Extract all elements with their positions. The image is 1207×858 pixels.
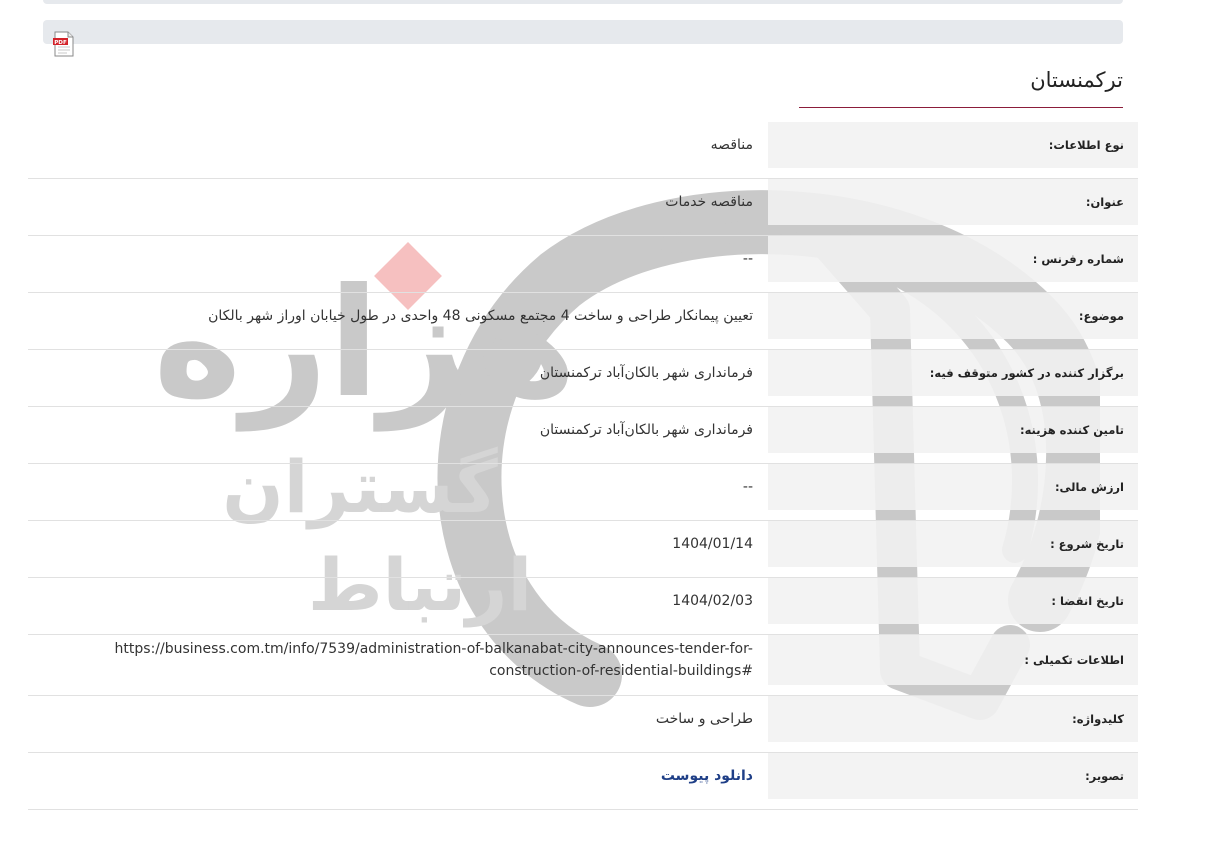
field-row-title: عنوان: مناقصه خدمات (28, 179, 1138, 236)
field-label: تاریخ انقضا : (768, 578, 1138, 624)
field-value: تعیین پیمانکار طراحی و ساخت 4 مجتمع مسکو… (208, 308, 753, 324)
field-value: فرمانداری شهر بالکان‌آباد ترکمنستان (539, 422, 753, 438)
field-label: نوع اطلاعات: (768, 122, 1138, 168)
field-row-reference: شماره رفرنس : -- (28, 236, 1138, 293)
field-value: -- (742, 251, 753, 267)
title-underline (799, 107, 1123, 108)
field-value: مناقصه (710, 137, 753, 153)
field-row-value: ارزش مالی: -- (28, 464, 1138, 521)
field-value: -- (742, 479, 753, 495)
field-row-start-date: تاریخ شروع : 1404/01/14 (28, 521, 1138, 578)
field-row-type: نوع اطلاعات: مناقصه (28, 122, 1138, 179)
pdf-export-button[interactable]: PDF (52, 31, 76, 57)
field-row-subject: موضوع: تعیین پیمانکار طراحی و ساخت 4 مجت… (28, 293, 1138, 350)
field-label: کلیدواژه: (768, 696, 1138, 742)
field-value: 1404/01/14 (672, 536, 753, 552)
field-label: موضوع: (768, 293, 1138, 339)
more-info-link[interactable]: https://business.com.tm/info/7539/admini… (28, 635, 768, 685)
field-label: عنوان: (768, 179, 1138, 225)
field-row-image: تصویر: دانلود پیوست (28, 753, 1138, 810)
field-value-cell: دانلود پیوست (28, 753, 768, 799)
pdf-badge-text: PDF (54, 40, 67, 46)
field-value: طراحی و ساخت (655, 711, 753, 727)
field-value: مناقصه خدمات (665, 194, 753, 210)
field-row-more-info: اطلاعات تکمیلی : https://business.com.tm… (28, 635, 1138, 696)
info-table: نوع اطلاعات: مناقصه عنوان: مناقصه خدمات … (28, 122, 1138, 810)
field-label: تاریخ شروع : (768, 521, 1138, 567)
field-value: 1404/02/03 (672, 593, 753, 609)
field-row-keywords: کلیدواژه: طراحی و ساخت (28, 696, 1138, 753)
field-value: فرمانداری شهر بالکان‌آباد ترکمنستان (539, 365, 753, 381)
download-attachment-link[interactable]: دانلود پیوست (661, 765, 753, 787)
field-label: برگزار کننده در کشور متوقف فیه: (768, 350, 1138, 396)
field-label: ارزش مالی: (768, 464, 1138, 510)
toolbar (43, 20, 1123, 44)
page-title: ترکمنستان (1030, 68, 1123, 92)
field-label: شماره رفرنس : (768, 236, 1138, 282)
field-row-expiry-date: تاریخ انقضا : 1404/02/03 (28, 578, 1138, 635)
field-row-organizer: برگزار کننده در کشور متوقف فیه: فرماندار… (28, 350, 1138, 407)
pdf-icon: PDF (53, 31, 74, 57)
top-strip (43, 0, 1123, 4)
field-label: تصویر: (768, 753, 1138, 799)
field-label: اطلاعات تکمیلی : (768, 635, 1138, 685)
field-label: تامین کننده هزینه: (768, 407, 1138, 453)
field-row-funder: تامین کننده هزینه: فرمانداری شهر بالکان‌… (28, 407, 1138, 464)
